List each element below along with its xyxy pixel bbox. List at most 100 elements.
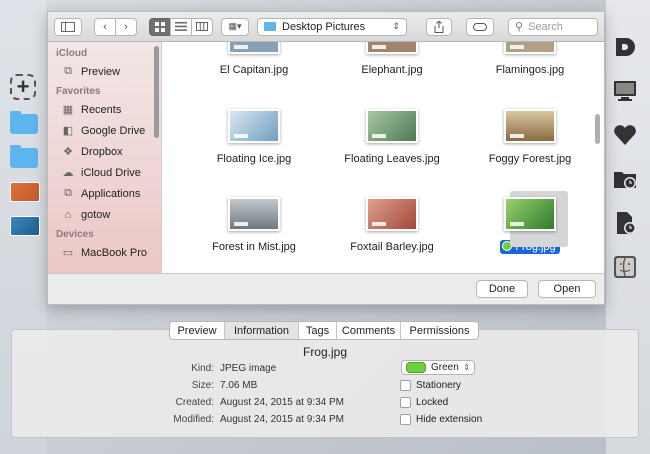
shelf-folder-icon[interactable] [10, 111, 38, 134]
grid-scrollbar[interactable] [595, 114, 600, 144]
file-name: Floating Leaves.jpg [344, 153, 440, 165]
sidebar-item-label: Recents [81, 103, 122, 116]
finder-icon[interactable] [612, 254, 638, 280]
add-icon[interactable]: + [10, 74, 36, 100]
location-popup[interactable]: Desktop Pictures ⇕ [257, 17, 407, 36]
search-icon: ⚲ [515, 21, 524, 33]
stationery-label: Stationery [416, 380, 462, 391]
file-name: Foggy Forest.jpg [488, 153, 572, 165]
tab-tags[interactable]: Tags [298, 322, 336, 339]
image-thumbnail [228, 197, 280, 231]
file-item-foxtail-barley[interactable]: Foxtail Barley.jpg [322, 197, 462, 253]
sidebar-item-recents[interactable]: ▦ Recents [48, 99, 161, 120]
locked-label: Locked [416, 397, 449, 408]
tag-color-popup[interactable]: Green ⇕ [401, 360, 475, 375]
file-item-floating-ice[interactable]: Floating Ice.jpg [184, 109, 324, 165]
sidebar-item-google-drive[interactable]: ◧ Google Drive [48, 120, 161, 141]
sidebar-item-gotow[interactable]: ⌂ gotow [48, 204, 161, 225]
heart-icon[interactable] [612, 122, 638, 148]
location-label: Desktop Pictures [282, 20, 366, 33]
shelf-folder-icon-2[interactable] [10, 145, 38, 168]
chevron-updown-icon: ⇕ [463, 363, 470, 372]
locked-checkbox[interactable]: Locked [400, 397, 448, 408]
dropbox-icon: ❖ [63, 146, 73, 158]
done-button[interactable]: Done [476, 280, 528, 298]
tab-information[interactable]: Information [224, 322, 298, 339]
share-icon [434, 20, 444, 33]
kind-value: JPEG image [220, 363, 277, 374]
checkbox-box [400, 414, 411, 425]
sidebar-item-preview[interactable]: ⧉ Preview [48, 61, 161, 82]
info-filename: Frog.jpg [302, 345, 348, 359]
back-button[interactable]: ‹ [94, 17, 116, 36]
file-item-flamingos[interactable]: Flamingos.jpg [460, 42, 600, 76]
document-d-icon[interactable] [612, 34, 638, 60]
sidebar-item-macbook-pro[interactable]: ▭ MacBook Pro [48, 242, 161, 263]
share-button[interactable] [426, 17, 452, 36]
size-value: 7.06 MB [220, 380, 258, 391]
icon-view-button[interactable] [149, 17, 171, 36]
image-thumbnail [504, 197, 556, 231]
sidebar-item-label: Applications [81, 187, 141, 200]
tab-comments[interactable]: Comments [336, 322, 400, 339]
list-view-button[interactable] [170, 17, 192, 36]
sidebar-item-label: iCloud Drive [81, 166, 141, 179]
file-item-el-capitan[interactable]: El Capitan.jpg [184, 42, 324, 76]
sidebar-item-label: Google Drive [81, 124, 146, 137]
created-label: Created: [175, 397, 214, 408]
hide-extension-checkbox[interactable]: Hide extension [400, 414, 482, 425]
search-field[interactable]: ⚲ Search [508, 17, 598, 36]
info-tabs: Preview Information Tags Comments Permis… [169, 321, 479, 340]
file-item-frog[interactable]: Frog.jpg [460, 191, 600, 254]
image-thumbnail [366, 42, 418, 54]
sidebar-item-label: gotow [81, 208, 111, 221]
file-item-foggy-forest[interactable]: Foggy Forest.jpg [460, 109, 600, 165]
cloud-icon: ☁ [62, 167, 74, 179]
sidebar-item-applications[interactable]: ⧉ Applications [48, 183, 161, 204]
sidebar-item-dropbox[interactable]: ❖ Dropbox [48, 141, 161, 162]
tab-permissions[interactable]: Permissions [400, 322, 478, 339]
file-name: Elephant.jpg [361, 64, 423, 76]
chevron-left-icon: ‹ [103, 20, 107, 33]
shelf-image-thumb-2[interactable] [10, 216, 40, 236]
file-item-forest-in-mist[interactable]: Forest in Mist.jpg [184, 197, 324, 253]
recent-folder-icon[interactable] [612, 166, 638, 192]
open-button[interactable]: Open [538, 280, 596, 298]
image-thumbnail [366, 109, 418, 143]
file-item-elephant[interactable]: Elephant.jpg [322, 42, 462, 76]
left-shelf: + [8, 74, 42, 250]
file-grid: El Capitan.jpg Elephant.jpg Flamingos.jp… [162, 42, 604, 273]
sidebar-icon [61, 21, 75, 32]
info-modified-row: Modified: August 24, 2015 at 9:34 PM [173, 414, 344, 425]
stationery-checkbox[interactable]: Stationery [400, 380, 461, 391]
column-view-button[interactable] [191, 17, 213, 36]
folder-icon: ◧ [62, 125, 74, 137]
tag-button[interactable] [466, 17, 494, 36]
modified-value: August 24, 2015 at 9:34 PM [220, 414, 344, 425]
chevron-right-icon: › [124, 20, 128, 33]
group-by-button[interactable]: ▦▾ [221, 17, 249, 36]
sidebar-item-icloud-drive[interactable]: ☁ iCloud Drive [48, 162, 161, 183]
shelf-image-thumb[interactable] [10, 182, 40, 202]
home-icon: ⌂ [64, 208, 72, 221]
tab-preview[interactable]: Preview [170, 322, 224, 339]
image-thumbnail [228, 109, 280, 143]
sidebar-section-icloud: iCloud [56, 48, 88, 59]
search-placeholder: Search [528, 20, 563, 33]
sidebar-scrollbar[interactable] [154, 46, 159, 138]
size-label: Size: [191, 380, 214, 391]
image-thumbnail [504, 109, 556, 143]
info-created-row: Created: August 24, 2015 at 9:34 PM [176, 397, 344, 408]
chevron-updown-icon: ⇕ [392, 21, 400, 31]
file-item-floating-leaves[interactable]: Floating Leaves.jpg [322, 109, 462, 165]
sidebar-section-favorites: Favorites [56, 86, 101, 97]
monitor-icon[interactable] [612, 78, 638, 104]
file-name: Forest in Mist.jpg [212, 241, 296, 253]
image-thumbnail [228, 42, 280, 54]
sidebar: iCloud ⧉ Preview Favorites ▦ Recents ◧ G… [48, 42, 162, 273]
list-view-icon [175, 22, 187, 31]
forward-button[interactable]: › [115, 17, 137, 36]
info-kind-row: Kind: JPEG image [191, 363, 277, 374]
recent-document-icon[interactable] [612, 210, 638, 236]
sidebar-toggle-button[interactable] [54, 17, 82, 36]
